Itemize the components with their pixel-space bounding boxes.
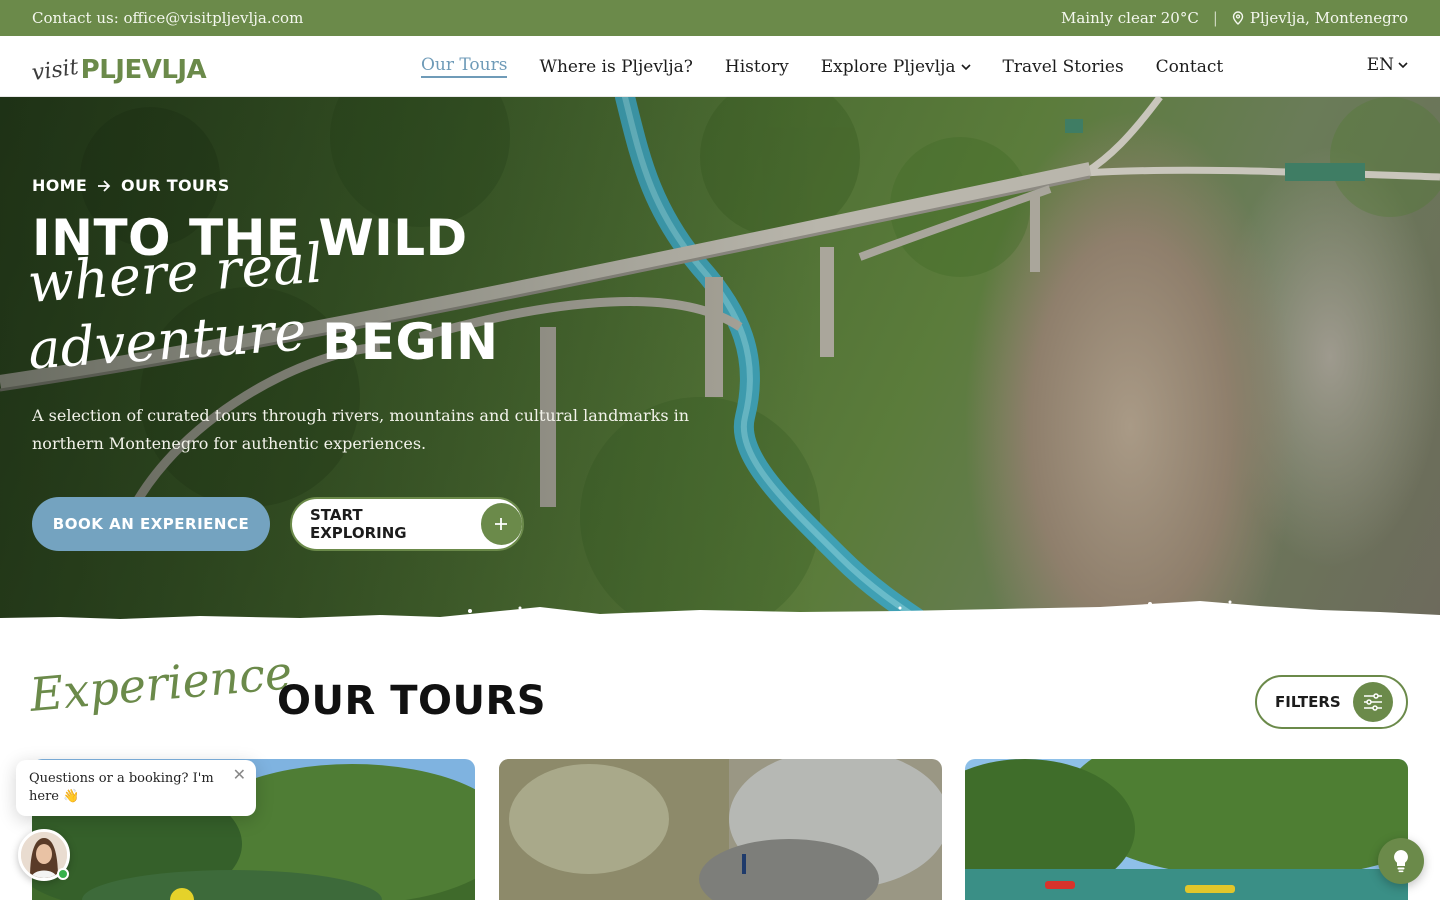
- nav-item-our-tours[interactable]: Our Tours: [421, 55, 508, 78]
- section-script-title: Experience: [27, 645, 295, 722]
- breadcrumb: HOME OUR TOURS: [32, 176, 230, 195]
- lightbulb-icon: [1394, 850, 1408, 873]
- location: Pljevlja, Montenegro: [1232, 9, 1408, 27]
- map-pin-icon: [1232, 11, 1244, 25]
- hero-title-script2: adventure: [26, 299, 309, 382]
- nav-item-history[interactable]: History: [725, 55, 789, 78]
- assistant-button[interactable]: [1378, 838, 1424, 884]
- main-nav: visit PLJEVLJA Our Tours Where is Pljevl…: [0, 36, 1440, 97]
- filters-button[interactable]: FILTERS: [1255, 675, 1408, 729]
- logo-script: visit: [30, 54, 81, 87]
- tour-card-image[interactable]: [965, 759, 1408, 900]
- plus-icon: [480, 503, 522, 545]
- nav-item-contact[interactable]: Contact: [1156, 55, 1224, 78]
- location-text: Pljevlja, Montenegro: [1249, 9, 1408, 27]
- filters-label: FILTERS: [1275, 693, 1341, 711]
- weather-text: Mainly clear 20°C: [1060, 9, 1199, 27]
- breadcrumb-current: OUR TOURS: [121, 176, 230, 195]
- site-logo[interactable]: visit PLJEVLJA: [30, 50, 207, 87]
- nav-item-explore-label: Explore Pljevlja: [820, 56, 956, 77]
- tour-card-image[interactable]: [499, 759, 942, 900]
- breadcrumb-home[interactable]: HOME: [32, 176, 87, 195]
- nav-menu: Our Tours Where is Pljevlja? History Exp…: [421, 55, 1223, 78]
- book-experience-button[interactable]: BOOK AN EXPERIENCE: [32, 497, 270, 551]
- hero-title-bold2: BEGIN: [322, 313, 499, 371]
- tour-card-3-photo: [965, 759, 1408, 900]
- section-title: OUR TOURS: [277, 678, 547, 724]
- top-bar: Contact us: office@visitpljevlja.com Mai…: [0, 0, 1440, 36]
- hero-description: A selection of curated tours through riv…: [32, 406, 690, 453]
- arrow-right-icon: [98, 179, 111, 192]
- chevron-down-icon: [1398, 62, 1408, 69]
- logo-wordmark: PLJEVLJA: [80, 55, 207, 85]
- contact-email[interactable]: Contact us: office@visitpljevlja.com: [32, 9, 303, 27]
- close-icon[interactable]: ✕: [233, 766, 246, 784]
- hero-title-line3: adventure BEGIN: [26, 299, 499, 381]
- hero-section: HOME OUR TOURS INTO THE WILD where real …: [0, 97, 1440, 627]
- nav-item-where-is-pljevlja[interactable]: Where is Pljevlja?: [539, 55, 692, 78]
- language-selector[interactable]: EN: [1367, 55, 1408, 75]
- nav-item-explore-pljevlja[interactable]: Explore Pljevlja: [821, 55, 971, 78]
- torn-edge-divider: [0, 600, 1440, 627]
- online-status-dot: [57, 868, 69, 880]
- topbar-right: Mainly clear 20°C | Pljevlja, Montenegro: [1061, 9, 1408, 27]
- language-label: EN: [1366, 55, 1394, 75]
- start-exploring-button[interactable]: START EXPLORING: [290, 497, 524, 551]
- nav-item-travel-stories[interactable]: Travel Stories: [1003, 55, 1124, 78]
- tour-card-2-photo: [499, 759, 942, 900]
- chat-message: Questions or a booking? I'm here 👋: [29, 771, 214, 804]
- start-exploring-label: START EXPLORING: [310, 506, 407, 542]
- chevron-down-icon: [960, 63, 971, 70]
- sliders-icon: [1352, 682, 1393, 722]
- topbar-separator: |: [1212, 9, 1218, 27]
- chat-bubble[interactable]: Questions or a booking? I'm here 👋 ✕: [16, 760, 256, 816]
